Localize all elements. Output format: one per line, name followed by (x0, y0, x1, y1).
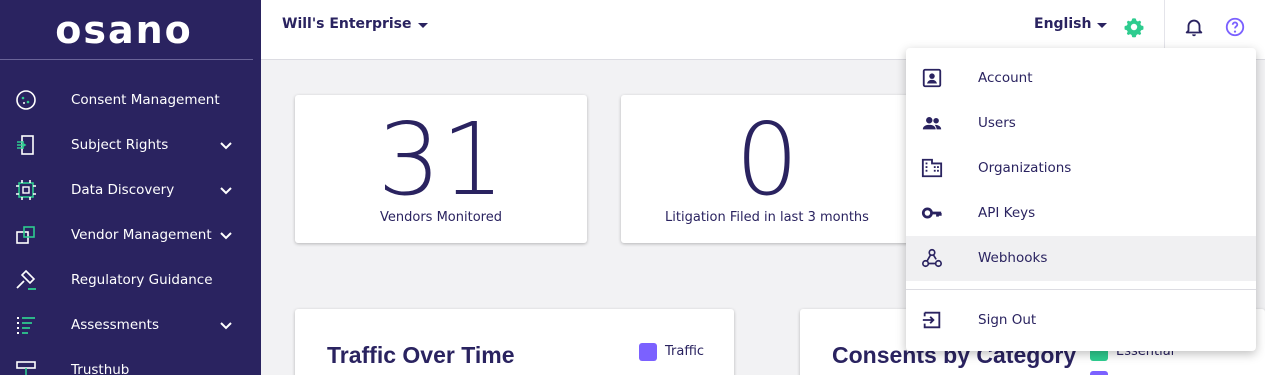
sidebar: osano Consent Management Subject Rights … (0, 0, 261, 375)
gear-icon[interactable] (1123, 16, 1145, 38)
organization-name: Will's Enterprise (282, 16, 412, 32)
stat-card-vendors: 31 Vendors Monitored (295, 95, 587, 243)
assessments-icon (14, 313, 38, 337)
stat-label: Litigation Filed in last 3 months (665, 210, 869, 225)
menu-divider (906, 289, 1256, 290)
menu-item-label: Account (978, 70, 1033, 86)
stat-label: Vendors Monitored (380, 210, 502, 225)
sidebar-item-label: Data Discovery (71, 181, 175, 198)
menu-item-webhooks[interactable]: Webhooks (906, 236, 1256, 281)
key-icon (921, 207, 942, 219)
menu-item-label: Sign Out (978, 312, 1037, 328)
chevron-down-icon[interactable] (218, 317, 234, 333)
language-selector[interactable]: English (1034, 16, 1108, 32)
menu-item-organizations[interactable]: Organizations (906, 146, 1256, 191)
stat-card-litigation: 0 Litigation Filed in last 3 months (621, 95, 913, 243)
webhooks-icon (922, 248, 942, 268)
osano-logo[interactable]: osano (0, 0, 253, 60)
menu-item-account[interactable]: Account (906, 56, 1256, 101)
caret-down-icon (1097, 23, 1108, 28)
data-discovery-icon (14, 178, 38, 202)
sidebar-nav: Consent Management Subject Rights Data D… (0, 77, 261, 375)
sidebar-item-regulatory-guidance[interactable]: Regulatory Guidance (0, 257, 261, 302)
sidebar-item-data-discovery[interactable]: Data Discovery (0, 167, 261, 212)
vendor-icon (14, 223, 38, 247)
menu-item-users[interactable]: Users (906, 101, 1256, 146)
sidebar-item-trusthub[interactable]: Trusthub (0, 347, 261, 375)
menu-item-label: Users (978, 115, 1016, 131)
users-icon (922, 117, 942, 130)
sidebar-item-assessments[interactable]: Assessments (0, 302, 261, 347)
sidebar-item-label: Regulatory Guidance (71, 271, 213, 288)
sidebar-item-label: Assessments (71, 316, 160, 333)
sidebar-item-label: Vendor Management (71, 226, 212, 243)
menu-item-sign-out[interactable]: Sign Out (906, 298, 1256, 343)
stat-value: 0 (735, 101, 799, 218)
legend-swatch (639, 343, 657, 361)
chevron-down-icon[interactable] (218, 137, 234, 153)
organization-selector[interactable]: Will's Enterprise (282, 16, 428, 32)
stat-value: 31 (377, 101, 505, 218)
account-icon (922, 68, 942, 88)
sidebar-item-label: Trusthub (71, 361, 130, 375)
help-icon[interactable] (1224, 16, 1246, 38)
sidebar-item-subject-rights[interactable]: Subject Rights (0, 122, 261, 167)
menu-item-label: Webhooks (978, 250, 1048, 266)
chart-title: Traffic Over Time (327, 342, 515, 368)
sidebar-item-vendor-management[interactable]: Vendor Management (0, 212, 261, 257)
legend-label: Traffic (665, 344, 705, 359)
settings-dropdown-menu: Account Users Organizations API Keys Web… (906, 48, 1256, 351)
menu-item-label: API Keys (978, 205, 1036, 221)
bell-icon[interactable] (1183, 16, 1205, 38)
sidebar-item-label: Subject Rights (71, 136, 169, 153)
chevron-down-icon[interactable] (218, 227, 234, 243)
traffic-chart-card: Traffic Over Time Traffic (295, 309, 734, 375)
trusthub-icon (14, 358, 38, 375)
logo-text: osano (55, 7, 193, 52)
sign-out-icon (922, 311, 941, 329)
gavel-icon (14, 268, 38, 292)
sidebar-item-consent-management[interactable]: Consent Management (0, 77, 261, 122)
consent-icon (14, 88, 38, 112)
caret-down-icon (417, 23, 428, 28)
language-name: English (1034, 16, 1092, 32)
menu-item-api-keys[interactable]: API Keys (906, 191, 1256, 236)
menu-item-label: Organizations (978, 160, 1072, 176)
organizations-icon (921, 158, 943, 178)
subject-rights-icon (14, 133, 38, 157)
sidebar-item-label: Consent Management (71, 91, 220, 108)
legend-swatch (1090, 371, 1108, 375)
chevron-down-icon[interactable] (218, 182, 234, 198)
